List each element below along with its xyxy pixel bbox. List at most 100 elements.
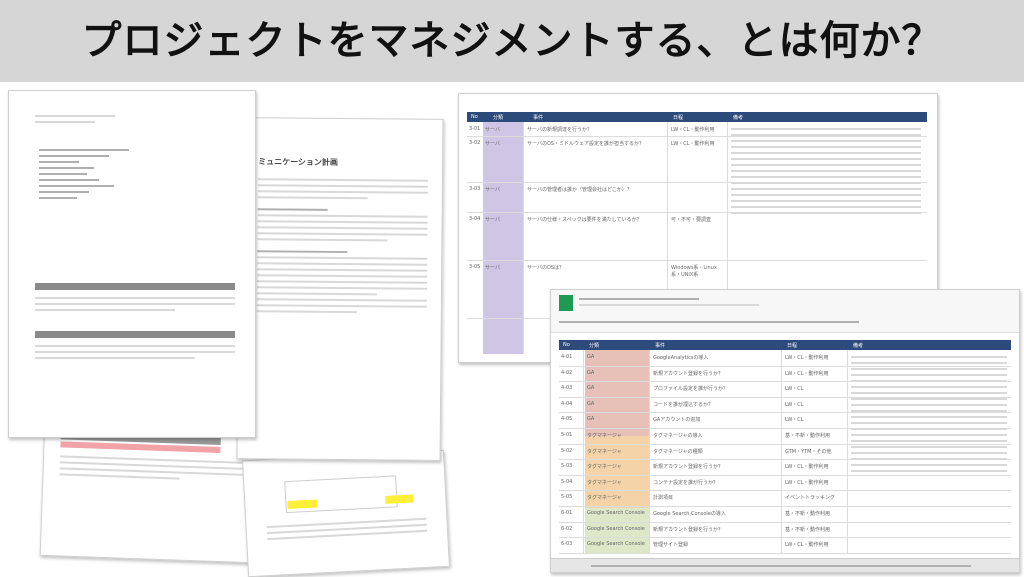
col-notes: 備考	[853, 343, 864, 349]
row-item: 管理サイト登録	[653, 542, 689, 549]
row-divider	[559, 521, 1011, 523]
row-no: 5-05	[561, 494, 573, 501]
sheet-tab-strip[interactable]	[551, 558, 1019, 572]
row-item: 新規アカウント登録を行うか？	[653, 370, 724, 377]
row-schedule: LW・CL	[785, 401, 804, 408]
row-category: タグマネージャ	[587, 495, 622, 502]
row-no: 4-05	[561, 416, 573, 423]
row-item: タグマネージャの種類	[653, 448, 703, 455]
document-project-outline	[8, 90, 256, 438]
row-no: 3-03	[469, 186, 481, 192]
row-divider	[559, 552, 1011, 554]
doc-text-lines	[256, 174, 428, 317]
row-item: Google Search Consoleの導入	[653, 511, 726, 517]
row-schedule: 可・不可・要調査	[671, 217, 712, 223]
sheet-title-lines	[579, 296, 759, 310]
row-item: サーバのOSは？	[527, 265, 565, 271]
sheet-tabs[interactable]	[591, 563, 971, 569]
col-notes: 備考	[733, 115, 744, 121]
row-category: タグマネージャ	[587, 433, 622, 439]
doc-yellow-highlight-2	[385, 494, 414, 504]
row-schedule: LW・CL・動作利用	[671, 127, 715, 133]
col-schedule: 日程	[787, 343, 798, 349]
row-item: サーバの新規調達を行うか？	[527, 127, 592, 133]
row-no: 6-03	[561, 541, 573, 548]
row-schedule: LW・CL・動作利用	[785, 464, 829, 471]
sheet-header-row: No 分類 事件 日程 備考	[559, 340, 1011, 350]
doc-table-lines	[35, 293, 235, 315]
doc-yellow-highlight	[287, 499, 318, 510]
row-no: 4-02	[561, 369, 573, 376]
row-no: 3-05	[469, 264, 481, 270]
row-divider	[559, 537, 1011, 539]
notes-lines	[731, 124, 921, 218]
row-item: 新規アカウント登録を行うか？	[653, 464, 724, 471]
row-schedule: GTM・YTM・その他	[785, 448, 832, 455]
row-no: 4-01	[561, 354, 573, 360]
row-schedule: LW・CL・動作利用	[785, 479, 829, 486]
sheet-header-row: No 分類 事件 日程 備考	[467, 112, 927, 122]
row-no: 5-01	[561, 432, 573, 438]
row-item: タグマネージャの導入	[653, 433, 703, 439]
row-schedule: LW・CL	[785, 417, 804, 424]
row-schedule: 基・不新・動作利用	[785, 433, 831, 439]
row-item: 計測項目	[653, 495, 674, 502]
row-schedule: LW・CL・動作利用	[785, 370, 829, 377]
sheets-logo-icon	[559, 295, 573, 311]
document-communication-plan: ミュニケーション計画	[236, 117, 444, 461]
slide-title: プロジェクトをマネジメントする、とは何か？	[81, 18, 943, 64]
row-item: サーバの管理者は誰か（管理会社はどこか）？	[527, 187, 632, 193]
col-category: 分類	[493, 115, 504, 121]
row-item: コードを誰が埋込するか？	[653, 401, 714, 408]
row-schedule: LW・CL	[785, 386, 804, 393]
row-item: プロファイル設定を誰が行うか？	[653, 386, 729, 393]
row-category: Google Search Console	[587, 541, 645, 548]
col-no: No	[471, 114, 478, 120]
row-category: Google Search Console	[587, 525, 645, 532]
row-no: 5-02	[561, 447, 573, 454]
row-no: 4-03	[561, 385, 573, 392]
doc-heading: ミュニケーション計画	[258, 157, 338, 167]
row-no: 3-02	[469, 140, 481, 146]
row-schedule: LW・CL・動作利用	[785, 542, 829, 549]
row-no: 6-01	[561, 510, 573, 516]
row-schedule: イベントトラッキング	[785, 495, 835, 502]
doc-table-lines-2	[35, 341, 235, 363]
row-category: タグマネージャ	[587, 448, 622, 455]
row-no: 5-03	[561, 463, 573, 470]
spreadsheet-analytics: No 分類 事件 日程 備考 4-01 GA GoogleAnalyticsの導入 L…	[550, 289, 1020, 573]
row-no: 3-01	[469, 126, 481, 132]
doc-text-lines	[266, 514, 428, 544]
row-divider	[559, 506, 1011, 507]
row-category: サーバ	[485, 141, 500, 147]
row-category: GA	[587, 354, 595, 360]
sheet-toolbar[interactable]	[551, 290, 1019, 333]
row-category: サーバ	[485, 265, 500, 271]
row-category: タグマネージャ	[587, 479, 622, 486]
formatting-toolbar[interactable]	[559, 318, 859, 326]
row-item: GAアカウントの追加	[653, 417, 701, 424]
row-item: サーバの仕様・スペックは要件を満たしているか？	[527, 217, 642, 223]
row-item: サーバのOS・ミドルウェア設定を誰が担当するか？	[527, 141, 645, 147]
row-no: 3-04	[469, 216, 481, 222]
row-category: タグマネージャ	[587, 464, 622, 471]
row-schedule: LW・CL・動作利用	[671, 141, 715, 147]
row-category: Google Search Console	[587, 510, 645, 516]
doc-toc	[39, 145, 129, 203]
col-no: No	[563, 342, 570, 348]
doc-text-lines	[59, 451, 261, 486]
sheet-body: 4-01 GA GoogleAnalyticsの導入 LW・CL・動作利用 4-02 GA…	[559, 350, 1011, 554]
notes-lines	[851, 352, 1007, 476]
col-item: 事件	[655, 343, 666, 349]
row-category: GA	[587, 385, 595, 392]
row-category: GA	[587, 400, 595, 407]
document-back-bottom-middle	[242, 449, 450, 577]
row-category: GA	[587, 369, 595, 376]
row-no: 4-04	[561, 400, 573, 407]
col-category: 分類	[589, 343, 600, 349]
doc-table-header-2	[35, 331, 235, 338]
row-divider	[559, 490, 1011, 492]
row-no: 5-04	[561, 478, 573, 485]
row-item: コンテナ設定を誰が行うか？	[653, 479, 719, 486]
row-category: サーバ	[485, 127, 500, 133]
